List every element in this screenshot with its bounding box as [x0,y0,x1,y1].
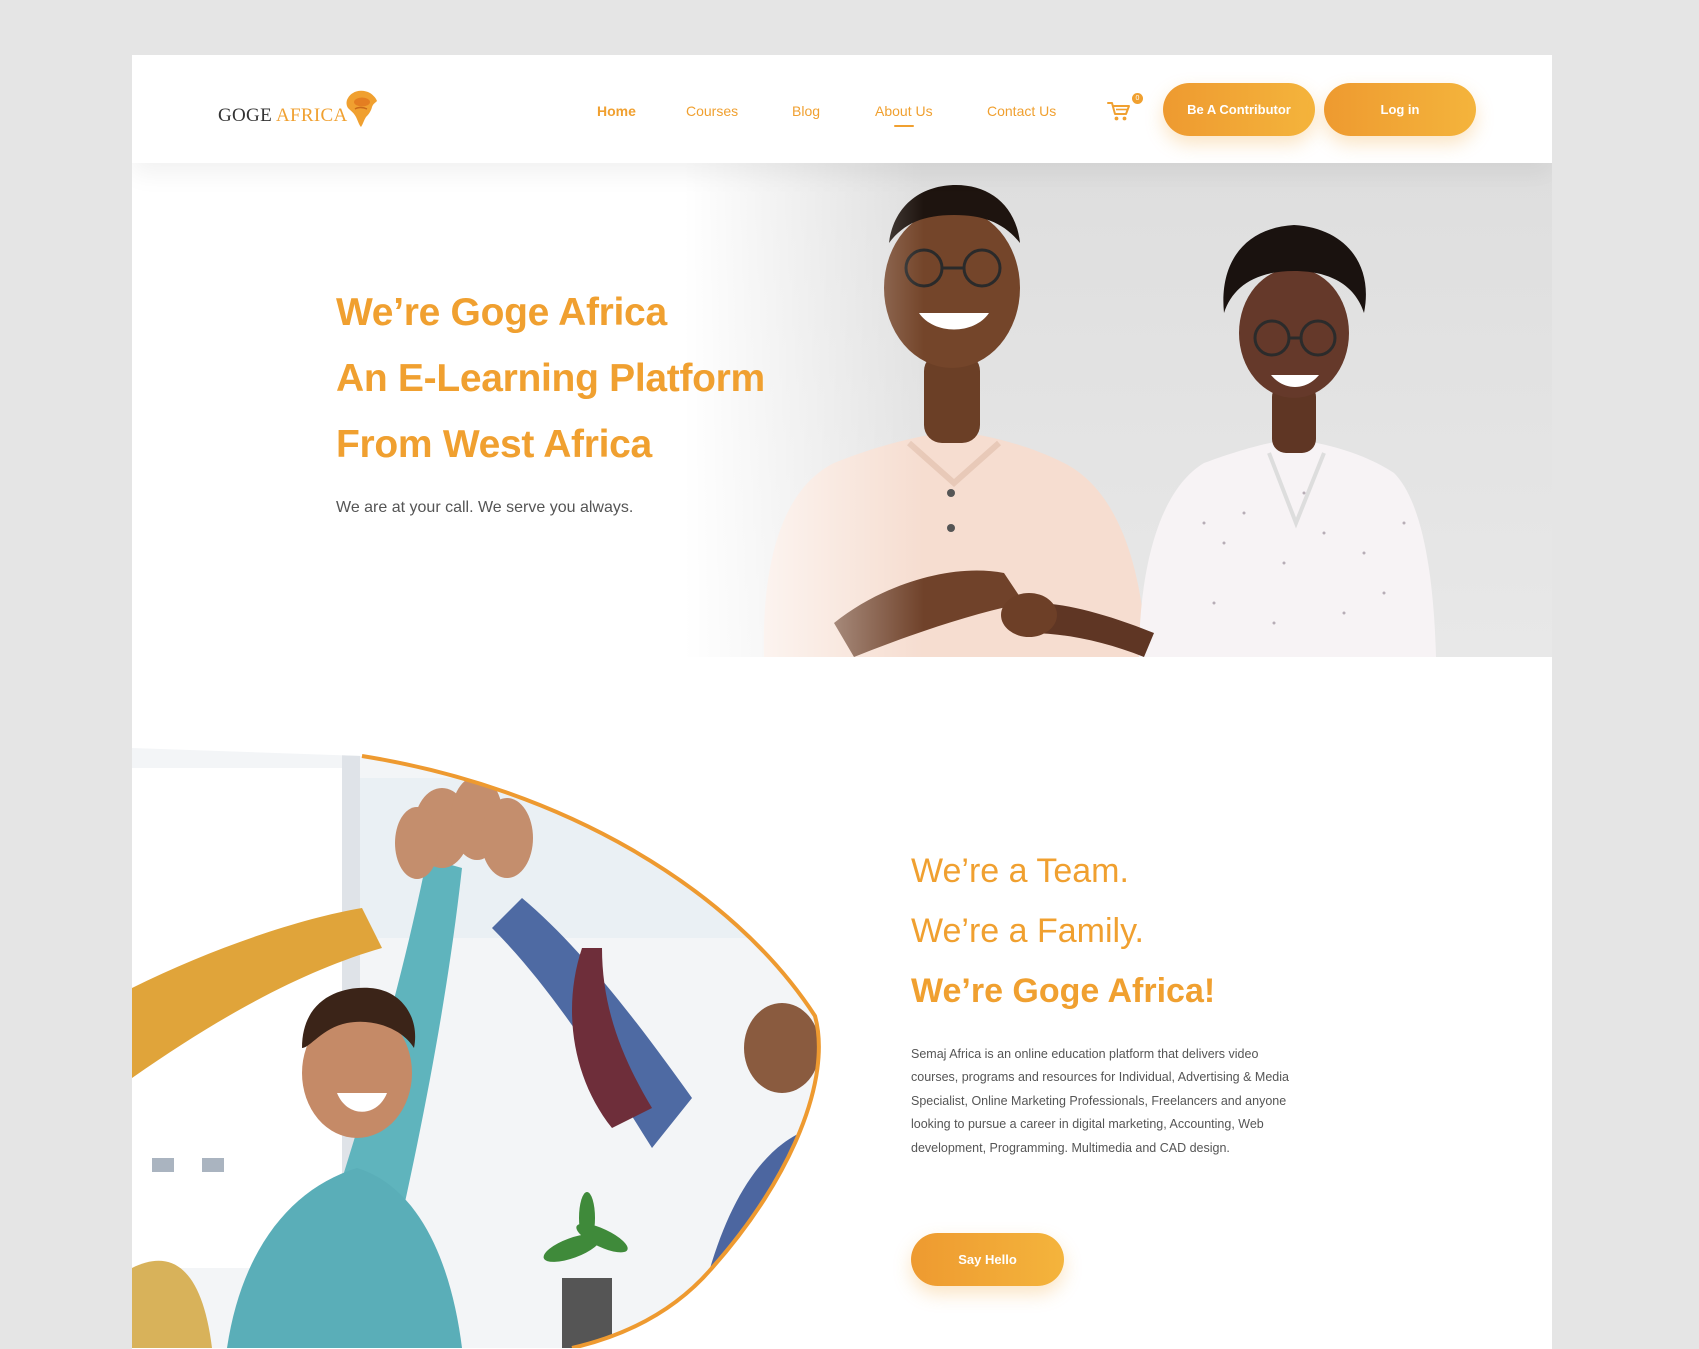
nav-home[interactable]: Home [597,103,636,119]
team-high-five-photo [132,748,821,1348]
say-hello-button[interactable]: Say Hello [911,1233,1064,1286]
nav-courses[interactable]: Courses [686,103,738,119]
nav-blog[interactable]: Blog [792,103,820,119]
team-heading: We’re a Team. We’re a Family. We’re Goge… [911,841,1215,1021]
team-line-2: We’re a Family. [911,912,1145,950]
site-header: GOGE AFRICA Home Courses Blog About Us C… [132,55,1552,163]
team-description: Semaj Africa is an online education plat… [911,1047,1289,1155]
nav-about-us-label: About Us [875,103,933,119]
nav-about-us[interactable]: About Us [875,103,933,127]
hero-title-line-1: We’re Goge Africa [336,291,667,334]
logo[interactable]: GOGE AFRICA [218,89,379,129]
cart-count-badge: 0 [1132,93,1143,104]
hero-title: We’re Goge Africa An E-Learning Platform… [336,280,765,478]
hero-title-line-3: From West Africa [336,423,652,466]
cart-icon[interactable] [1106,99,1132,123]
active-indicator [893,125,914,127]
team-line-3: We’re Goge Africa! [911,972,1216,1010]
nav-contact-us[interactable]: Contact Us [987,103,1056,119]
hero-title-line-2: An E-Learning Platform [336,357,765,400]
logo-text: GOGE AFRICA [218,106,347,129]
logo-africa-mark-icon [346,90,378,127]
logo-word-africa: AFRICA [275,105,348,126]
logo-word-goge: GOGE [218,105,276,126]
page: GOGE AFRICA Home Courses Blog About Us C… [132,55,1552,1349]
team-line-1: We’re a Team. [911,852,1129,890]
be-a-contributor-button[interactable]: Be A Contributor [1163,83,1315,136]
hero-subtitle: We are at your call. We serve you always… [336,499,634,516]
login-button[interactable]: Log in [1324,83,1476,136]
